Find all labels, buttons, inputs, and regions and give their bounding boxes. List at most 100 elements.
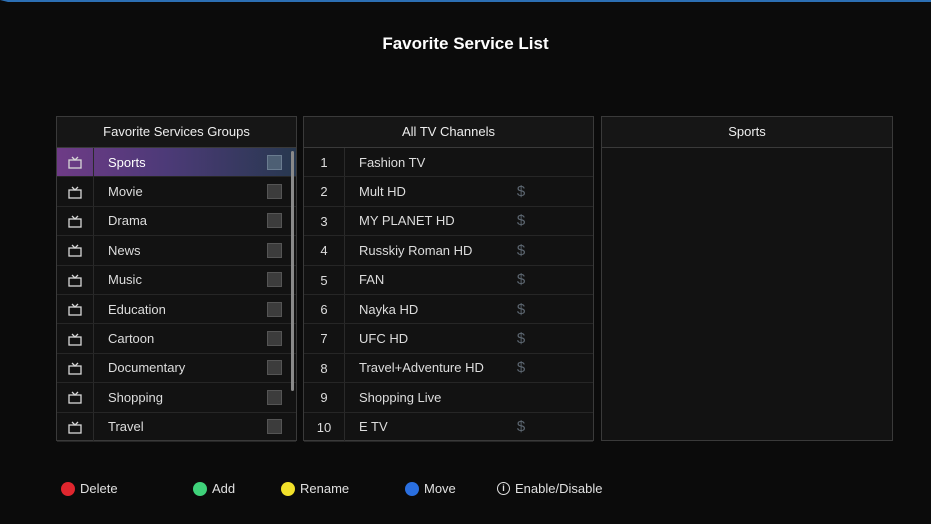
group-row-education[interactable]: Education — [57, 294, 296, 325]
paid-channel-icon: $ — [516, 330, 526, 348]
group-row-music[interactable]: Music — [57, 265, 296, 295]
groups-scrollbar[interactable] — [291, 151, 294, 391]
group-row-news[interactable]: News — [57, 236, 296, 266]
paid-channel-icon: $ — [516, 418, 526, 436]
group-checkbox[interactable] — [267, 154, 282, 170]
channel-number: 7 — [304, 324, 345, 353]
tv-icon-cell — [57, 412, 94, 441]
channel-row[interactable]: 2 Mult HD $ — [304, 177, 593, 207]
group-row-shopping[interactable]: Shopping — [57, 383, 296, 413]
group-contents-panel: Sports — [601, 116, 893, 441]
channel-name: FAN — [359, 272, 385, 288]
group-checkbox[interactable] — [267, 360, 282, 376]
all-channels-panel: All TV Channels 1 Fashion TV 2 Mult HD $3 MY … — [303, 116, 594, 442]
paid-channel-icon: $ — [516, 271, 526, 289]
page-title: Favorite Service List — [382, 34, 549, 53]
paid-channel-icon: $ — [516, 300, 526, 318]
group-label: Shopping — [108, 389, 163, 405]
channel-row[interactable]: 7 UFC HD $ — [304, 324, 593, 354]
group-checkbox[interactable] — [267, 301, 282, 317]
group-row-travel[interactable]: Travel — [57, 412, 296, 442]
add-action[interactable]: Add — [193, 481, 235, 496]
red-key-icon — [61, 481, 75, 496]
group-checkbox[interactable] — [267, 213, 282, 229]
group-label: Cartoon — [108, 331, 155, 347]
channel-name: Shopping Live — [359, 389, 442, 405]
channel-name: Mult HD — [359, 184, 406, 200]
group-label: Documentary — [108, 360, 186, 376]
group-row-documentary[interactable]: Documentary — [57, 353, 296, 384]
tv-icon — [68, 421, 82, 434]
channel-name: Nayka HD — [359, 301, 419, 317]
blue-key-icon — [405, 481, 419, 496]
channel-list: 1 Fashion TV 2 Mult HD $3 MY PLANET HD $4 Russk… — [304, 148, 593, 442]
group-checkbox[interactable] — [267, 242, 282, 258]
channel-number: 6 — [304, 294, 345, 324]
tv-icon — [68, 333, 82, 346]
group-row-sports[interactable]: Sports — [57, 148, 296, 178]
tv-icon-cell — [57, 236, 94, 265]
group-row-cartoon[interactable]: Cartoon — [57, 324, 296, 354]
tv-icon — [68, 186, 82, 199]
paid-channel-icon: $ — [516, 183, 526, 201]
group-checkbox[interactable] — [267, 419, 282, 435]
delete-label: Delete — [80, 481, 118, 496]
group-list: Sports Movie Drama News Music Education Cartoo… — [57, 148, 296, 442]
group-label: Movie — [108, 184, 143, 200]
enable-disable-label: Enable/Disable — [515, 481, 603, 496]
group-checkbox[interactable] — [267, 389, 282, 405]
group-label: News — [108, 242, 141, 258]
channel-row[interactable]: 4 Russkiy Roman HD $ — [304, 236, 593, 266]
tv-icon — [68, 362, 82, 375]
group-checkbox[interactable] — [267, 184, 282, 200]
group-label: Travel — [108, 419, 144, 435]
channel-row[interactable]: 5 FAN $ — [304, 265, 593, 295]
move-action[interactable]: Move — [405, 481, 456, 496]
group-checkbox[interactable] — [267, 331, 282, 347]
group-label: Drama — [108, 213, 148, 229]
channel-row[interactable]: 1 Fashion TV — [304, 148, 593, 178]
channel-number: 9 — [304, 383, 345, 412]
channel-row[interactable]: 8 Travel+Adventure HD $ — [304, 353, 593, 384]
tv-icon-cell — [57, 383, 94, 412]
rename-label: Rename — [300, 481, 350, 496]
channels-panel-header: All TV Channels — [304, 117, 593, 148]
green-key-icon — [193, 481, 207, 496]
channel-name: E TV — [359, 419, 388, 435]
move-label: Move — [424, 481, 456, 496]
enable-disable-action[interactable]: i Enable/Disable — [497, 481, 602, 496]
paid-channel-icon: $ — [516, 212, 526, 230]
groups-panel-header: Favorite Services Groups — [57, 117, 296, 148]
paid-channel-icon: $ — [516, 241, 526, 259]
channel-number: 4 — [304, 236, 345, 265]
channel-number: 2 — [304, 177, 345, 206]
channel-row[interactable]: 3 MY PLANET HD $ — [304, 206, 593, 237]
rename-action[interactable]: Rename — [281, 481, 349, 496]
group-checkbox[interactable] — [267, 272, 282, 288]
group-label: Music — [108, 272, 142, 288]
channel-name: Russkiy Roman HD — [359, 242, 473, 258]
tv-icon — [68, 215, 82, 228]
info-icon: i — [497, 482, 510, 495]
tv-icon — [68, 244, 82, 258]
tv-icon — [68, 156, 82, 169]
channel-number: 8 — [304, 353, 345, 383]
channel-row[interactable]: 10 E TV $ — [304, 412, 593, 442]
group-row-movie[interactable]: Movie — [57, 177, 296, 207]
add-label: Add — [212, 481, 236, 496]
channel-name: Fashion TV — [359, 154, 426, 170]
yellow-key-icon — [281, 481, 295, 496]
channel-row[interactable]: 6 Nayka HD $ — [304, 294, 593, 325]
delete-action[interactable]: Delete — [61, 481, 118, 496]
paid-channel-icon: $ — [516, 359, 526, 377]
channel-number: 3 — [304, 206, 345, 236]
tv-icon-cell — [57, 353, 94, 383]
group-label: Education — [108, 301, 166, 317]
tv-icon-cell — [57, 206, 94, 236]
tv-icon-cell — [57, 148, 94, 177]
channel-number: 5 — [304, 265, 345, 294]
channel-name: MY PLANET HD — [359, 213, 455, 229]
channel-row[interactable]: 9 Shopping Live — [304, 383, 593, 413]
tv-icon-cell — [57, 294, 94, 324]
group-row-drama[interactable]: Drama — [57, 206, 296, 237]
